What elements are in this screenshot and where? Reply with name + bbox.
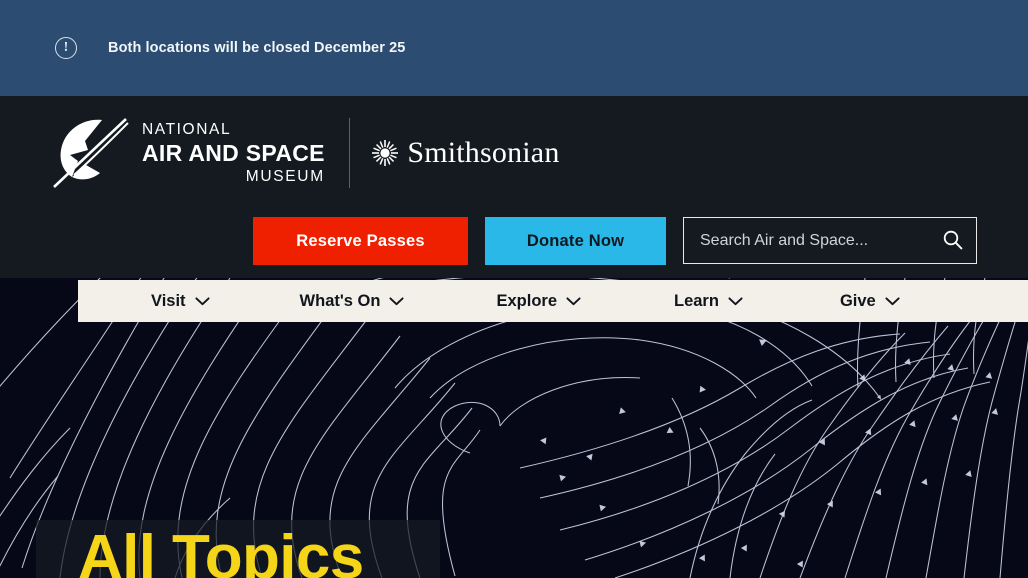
search-input[interactable] [684,231,928,250]
page-title: All Topics [78,523,364,578]
nav-item-label: Explore [496,291,557,310]
wordmark-line-airandspace: AIR AND SPACE [142,139,325,166]
chevron-down-icon [566,292,581,311]
nav-item-give[interactable]: Give [840,292,900,311]
nav-item-learn[interactable]: Learn [674,292,743,311]
nav-item-visit[interactable]: Visit [151,292,210,311]
logo-divider [348,118,351,188]
chevron-down-icon [194,292,210,311]
smithsonian-lockup[interactable]: Smithsonian [372,136,559,170]
page-root: ! Both locations will be closed December… [0,0,1028,578]
search-icon [942,229,963,253]
nav-item-label: What's On [299,291,381,310]
nav-item-whats-on[interactable]: What's On [300,292,405,311]
nav-item-explore[interactable]: Explore [496,292,581,311]
chevron-down-icon [728,292,743,311]
wordmark-line-museum: MUSEUM [245,167,325,185]
nav-item-label: Visit [151,291,186,310]
site-header: NATIONAL AIR AND SPACE MUSEUM Smithsonia… [0,96,1028,278]
smithsonian-label: Smithsonian [407,136,560,169]
airplane-swoosh-icon [52,117,130,189]
search-button[interactable] [928,218,976,263]
donate-now-button[interactable]: Donate Now [485,217,666,265]
logo-lockup[interactable]: NATIONAL AIR AND SPACE MUSEUM Smithsonia… [52,117,560,189]
sunburst-icon [372,140,399,166]
reserve-passes-button[interactable]: Reserve Passes [253,217,468,265]
alert-banner: ! Both locations will be closed December… [0,0,1028,96]
chevron-down-icon [389,292,405,311]
alert-message: Both locations will be closed December 2… [108,40,406,56]
primary-navigation: Visit What's On Explore Learn Give [78,280,1028,322]
search-bar[interactable] [683,217,977,264]
museum-wordmark: NATIONAL AIR AND SPACE MUSEUM [142,122,325,184]
nav-item-label: Learn [674,291,719,310]
nav-item-label: Give [839,291,876,310]
chevron-down-icon [885,292,900,311]
header-actions: Reserve Passes Donate Now [0,217,1028,265]
wordmark-line-national: NATIONAL [142,121,232,138]
exclamation-circle-icon: ! [55,37,77,59]
